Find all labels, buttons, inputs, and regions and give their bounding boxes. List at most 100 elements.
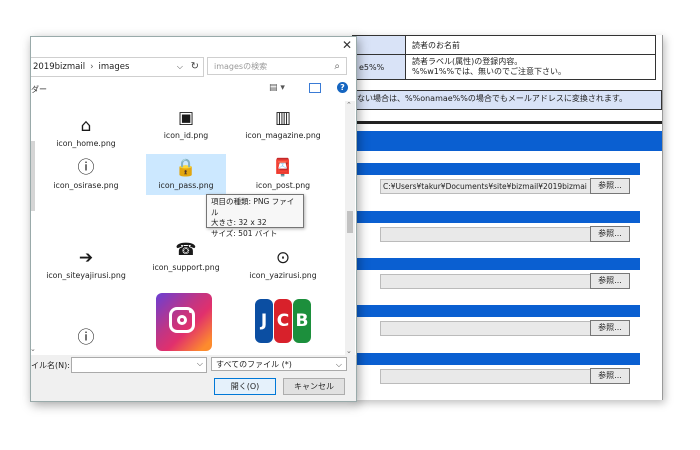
row-header-bar bbox=[352, 353, 640, 365]
file-name: icon_pass.png bbox=[158, 181, 214, 190]
instagram-lens bbox=[177, 315, 187, 325]
variable-key bbox=[352, 35, 406, 55]
chevron-down-icon: ⌵ bbox=[335, 360, 342, 369]
attachment-row-3: 参照... bbox=[352, 258, 640, 292]
file-path-field[interactable] bbox=[380, 321, 592, 336]
search-placeholder: imagesの検索 bbox=[214, 62, 268, 71]
file-open-dialog: ✕ 2019bizmail › images ⌵ ↻ imagesの検索 ⌕ ダー … bbox=[30, 36, 357, 402]
file-tooltip: 項目の種類: PNG ファイル 大きさ: 32 x 32 サイズ: 501 バイ… bbox=[206, 194, 304, 238]
row-header-bar bbox=[352, 258, 640, 270]
variables-table: 読者のお名前 e5%% 読者ラベル(属性)の登録内容。 %%w1%%では、無いの… bbox=[352, 35, 656, 80]
breadcrumb-item[interactable]: 2019bizmail bbox=[33, 62, 85, 72]
file-item[interactable]: ⓘ bbox=[46, 327, 126, 351]
browse-button[interactable]: 参照... bbox=[590, 226, 630, 242]
mailbox-icon: 📮 bbox=[272, 158, 294, 178]
view-options-icon[interactable]: ▤ ▾ bbox=[269, 83, 285, 93]
attachment-row-2: 参照... bbox=[352, 211, 640, 245]
file-type-select[interactable]: すべてのファイル (*) ⌵ bbox=[211, 357, 347, 371]
row-header-bar bbox=[352, 163, 640, 175]
tooltip-filesize: サイズ: 501 バイト bbox=[211, 228, 278, 238]
file-path-field[interactable]: C:¥Users¥takur¥Documents¥site¥bizmail¥20… bbox=[380, 179, 592, 194]
file-name: icon_post.png bbox=[255, 181, 311, 190]
scrollbar-thumb[interactable] bbox=[347, 211, 353, 233]
search-input[interactable]: imagesの検索 ⌕ bbox=[207, 57, 347, 75]
address-bar[interactable]: 2019bizmail › images ⌵ ↻ bbox=[31, 57, 204, 77]
section-divider bbox=[352, 121, 662, 124]
filename-input[interactable]: ⌵ bbox=[71, 357, 207, 373]
file-item[interactable]: ☎ icon_support.png bbox=[146, 239, 226, 273]
chevron-right-icon: › bbox=[90, 62, 94, 72]
variable-description: 読者ラベル(属性)の登録内容。 %%w1%%では、無いのでご注意下さい。 bbox=[405, 54, 656, 80]
file-name: icon_osirase.png bbox=[53, 181, 119, 190]
chevron-down-icon[interactable]: ⌄ bbox=[346, 347, 352, 355]
file-path-field[interactable] bbox=[380, 274, 592, 289]
jcb-letter-j: J bbox=[255, 299, 273, 343]
file-item[interactable]: ▣ icon_id.png bbox=[146, 107, 226, 141]
row-header-bar bbox=[352, 211, 640, 223]
circle-arrow-icon: ⊙ bbox=[275, 248, 291, 268]
home-icon: ⌂ bbox=[80, 116, 92, 136]
file-name: icon_yazirusi.png bbox=[249, 271, 317, 280]
file-item-selected[interactable]: 🔒 icon_pass.png bbox=[146, 154, 226, 195]
file-item[interactable]: 📮 icon_post.png bbox=[243, 157, 323, 191]
help-icon[interactable]: ? bbox=[337, 82, 348, 93]
variable-key: e5%% bbox=[352, 54, 406, 80]
browse-button[interactable]: 参照... bbox=[590, 368, 630, 384]
file-path-field[interactable] bbox=[380, 227, 592, 242]
instagram-dot bbox=[189, 310, 192, 313]
arrow-right-icon: ➔ bbox=[78, 248, 94, 268]
tooltip-dimensions: 大きさ: 32 x 32 bbox=[211, 218, 267, 227]
attachment-row-4: 参照... bbox=[352, 305, 640, 339]
filename-label: イル名(N): bbox=[31, 361, 70, 370]
file-item[interactable]: ▥ icon_magazine.png bbox=[243, 107, 323, 141]
dialog-footer: イル名(N): ⌵ すべてのファイル (*) ⌵ 開く(O) キャンセル bbox=[31, 355, 356, 401]
jcb-letter-b: B bbox=[293, 299, 311, 343]
dialog-toolbar: ダー ▤ ▾ ? bbox=[31, 81, 356, 97]
section-header-bar bbox=[352, 131, 662, 151]
search-icon: ⌕ bbox=[334, 61, 340, 72]
cancel-button[interactable]: キャンセル bbox=[283, 378, 345, 395]
file-name: icon_siteyajirusi.png bbox=[46, 271, 126, 280]
browse-button[interactable]: 参照... bbox=[590, 273, 630, 289]
books-icon: ▥ bbox=[274, 108, 292, 128]
file-item[interactable]: ⊙ icon_yazirusi.png bbox=[243, 247, 323, 281]
breadcrumb-item[interactable]: images bbox=[98, 62, 129, 72]
chevron-down-icon[interactable]: ⌵ bbox=[177, 58, 183, 76]
file-list-scrollbar[interactable]: ⌃ ⌄ bbox=[345, 101, 355, 355]
instagram-logo-thumbnail[interactable] bbox=[156, 293, 212, 351]
variable-note: ない場合は、%%onamae%%の場合でもメールアドレスに変換されます。 bbox=[352, 90, 662, 110]
table-row: 読者のお名前 bbox=[352, 35, 656, 55]
info-icon: ⓘ bbox=[77, 158, 95, 178]
jcb-logo-thumbnail[interactable]: J C B bbox=[255, 299, 311, 343]
chevron-up-icon[interactable]: ⌃ bbox=[346, 101, 352, 109]
variable-description: 読者のお名前 bbox=[405, 35, 656, 55]
attachment-row-1: C:¥Users¥takur¥Documents¥site¥bizmail¥20… bbox=[352, 163, 640, 197]
row-header-bar bbox=[352, 305, 640, 317]
new-folder-button[interactable]: ダー bbox=[31, 84, 47, 95]
file-item[interactable]: ⓘ icon_osirase.png bbox=[46, 157, 126, 191]
exclamation-icon: ⓘ bbox=[77, 328, 95, 348]
preview-pane-icon[interactable] bbox=[309, 83, 321, 93]
file-path-field[interactable] bbox=[380, 369, 592, 384]
close-icon[interactable]: ✕ bbox=[342, 38, 352, 52]
file-name: icon_id.png bbox=[163, 131, 209, 140]
file-name: icon_support.png bbox=[152, 263, 220, 272]
chevron-down-icon[interactable]: ⌵ bbox=[197, 359, 203, 369]
tooltip-type: 項目の種類: PNG ファイル bbox=[211, 197, 295, 217]
browse-button[interactable]: 参照... bbox=[590, 178, 630, 194]
file-item[interactable]: ➔ icon_siteyajirusi.png bbox=[46, 247, 126, 281]
browse-button[interactable]: 参照... bbox=[590, 320, 630, 336]
jcb-letter-c: C bbox=[274, 299, 292, 343]
table-row: e5%% 読者ラベル(属性)の登録内容。 %%w1%%では、無いのでご注意下さい… bbox=[352, 54, 656, 80]
attachment-row-5: 参照... bbox=[352, 353, 640, 387]
file-name: icon_magazine.png bbox=[245, 131, 321, 140]
file-item[interactable]: ⌂ icon_home.png bbox=[46, 115, 126, 149]
support-icon: ☎ bbox=[175, 240, 197, 260]
padlock-icon: 🔒 bbox=[175, 158, 197, 178]
open-button[interactable]: 開く(O) bbox=[214, 378, 276, 395]
background-web-form: 読者のお名前 e5%% 読者ラベル(属性)の登録内容。 %%w1%%では、無いの… bbox=[352, 35, 663, 400]
file-type-value: すべてのファイル (*) bbox=[216, 360, 292, 369]
refresh-icon[interactable]: ↻ bbox=[191, 58, 199, 76]
file-name: icon_home.png bbox=[56, 139, 116, 148]
id-card-icon: ▣ bbox=[177, 108, 195, 128]
